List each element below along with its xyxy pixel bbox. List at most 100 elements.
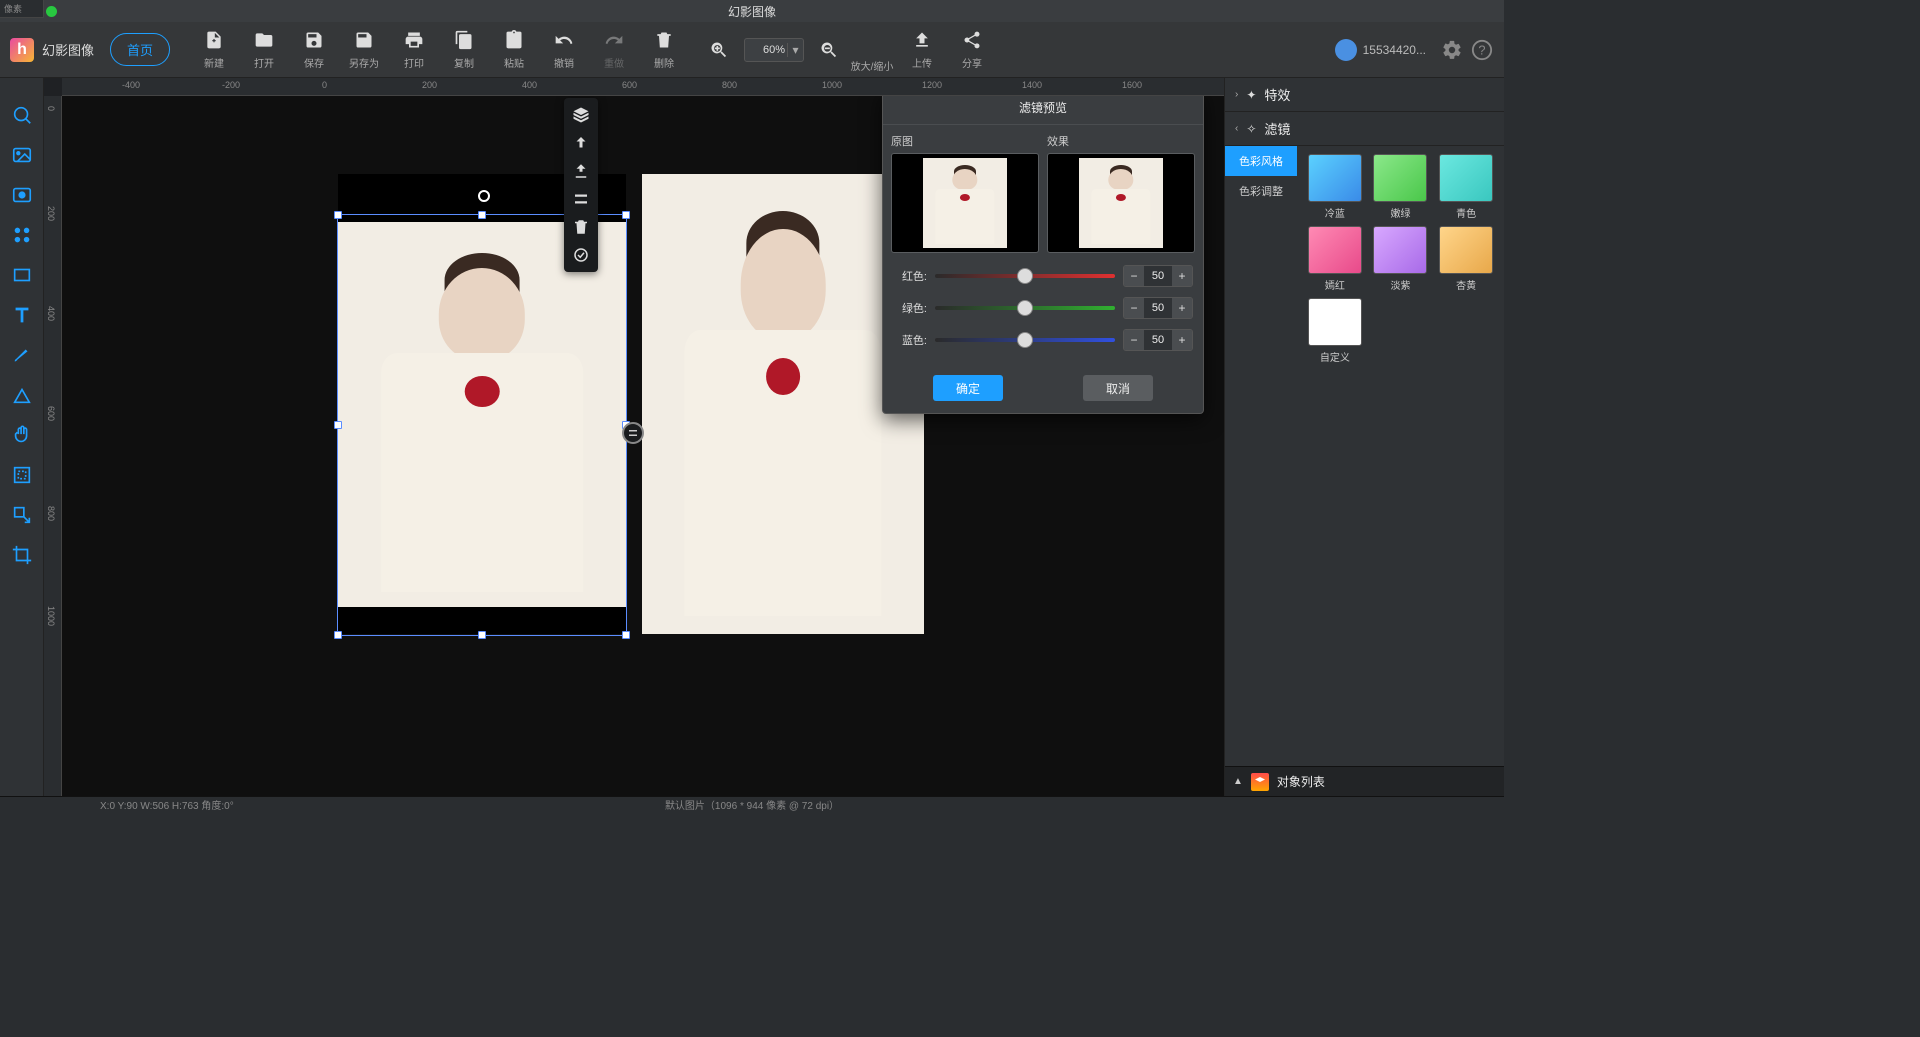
resize-handle[interactable]: [622, 211, 630, 219]
upload-icon: [911, 29, 933, 51]
filter-thumb[interactable]: 嫣红: [1305, 226, 1365, 292]
layer-delete-icon[interactable]: [570, 216, 592, 238]
rect-tool[interactable]: [5, 258, 39, 292]
resize-handle[interactable]: [334, 211, 342, 219]
increment-button[interactable]: +: [1172, 266, 1192, 286]
layers-icon[interactable]: [570, 104, 592, 126]
resize-handle[interactable]: [334, 421, 342, 429]
filters-section-header[interactable]: ‹ ✧ 滤镜: [1225, 112, 1504, 146]
value-green: 50: [1144, 298, 1172, 318]
slider-red[interactable]: [935, 274, 1115, 278]
resize-handle[interactable]: [622, 631, 630, 639]
resize-tool[interactable]: [5, 498, 39, 532]
resize-handle[interactable]: [478, 211, 486, 219]
increment-button[interactable]: +: [1172, 298, 1192, 318]
redo-button[interactable]: 重做: [592, 26, 636, 74]
slider-blue[interactable]: [935, 338, 1115, 342]
trash-icon: [653, 29, 675, 51]
save-icon: [303, 29, 325, 51]
upload-button[interactable]: 上传: [900, 26, 944, 74]
delete-button[interactable]: 删除: [642, 26, 686, 74]
vertical-ruler: 02004006008001000: [44, 96, 62, 796]
fill-tool[interactable]: [5, 178, 39, 212]
decrement-button[interactable]: −: [1124, 330, 1144, 350]
category-color-adjust[interactable]: 色彩调整: [1225, 176, 1297, 206]
saveas-button[interactable]: 另存为: [342, 26, 386, 74]
maximize-window-icon[interactable]: [46, 6, 57, 17]
home-button[interactable]: 首页: [110, 33, 170, 66]
new-button[interactable]: 新建: [192, 26, 236, 74]
filter-thumb[interactable]: 淡紫: [1371, 226, 1431, 292]
effects-label: 特效: [1264, 85, 1290, 104]
slider-knob[interactable]: [1017, 300, 1033, 316]
share-button[interactable]: 分享: [950, 26, 994, 74]
effects-section-header[interactable]: › ✦ 特效: [1225, 78, 1504, 112]
layer-merge-icon[interactable]: [570, 188, 592, 210]
slider-green[interactable]: [935, 306, 1115, 310]
filter-thumb-custom[interactable]: 自定义: [1305, 298, 1365, 364]
layer-top-icon[interactable]: [570, 160, 592, 182]
stepper-red: − 50 +: [1123, 265, 1193, 287]
canvas-section: -400-20002004006008001000120014001600 02…: [44, 78, 1224, 796]
filter-preview-panel: 滤镜预览 原图 效果 红色:: [882, 96, 1204, 414]
filter-thumb-grid: 冷蓝 嫩绿 青色 嫣红 淡紫 杏黄 自定义: [1297, 146, 1504, 766]
new-file-icon: [203, 29, 225, 51]
saveas-icon: [353, 29, 375, 51]
settings-button[interactable]: [1440, 38, 1464, 62]
wand-icon: ✧: [1246, 122, 1256, 136]
crop-tool[interactable]: [5, 538, 39, 572]
copy-button[interactable]: 复制: [442, 26, 486, 74]
zoom-input[interactable]: [745, 44, 787, 56]
canvas[interactable]: 滤镜预览 原图 效果 红色:: [62, 96, 1224, 796]
layer-up-icon[interactable]: [570, 132, 592, 154]
category-color-style[interactable]: 色彩风格: [1225, 146, 1297, 176]
select-tool[interactable]: [5, 98, 39, 132]
filter-category-list: 色彩风格 色彩调整: [1225, 146, 1297, 766]
help-button[interactable]: ?: [1470, 38, 1494, 62]
save-button[interactable]: 保存: [292, 26, 336, 74]
decrement-button[interactable]: −: [1124, 298, 1144, 318]
decrement-button[interactable]: −: [1124, 266, 1144, 286]
zoom-out-button[interactable]: [814, 26, 844, 74]
zoom-in-button[interactable]: [704, 26, 734, 74]
slider-knob[interactable]: [1017, 268, 1033, 284]
layer-visibility-icon[interactable]: [570, 244, 592, 266]
undo-button[interactable]: 撤销: [542, 26, 586, 74]
vector-tool[interactable]: [5, 378, 39, 412]
panel-title: 滤镜预览: [883, 96, 1203, 125]
value-blue: 50: [1144, 330, 1172, 350]
zoom-dropdown-icon[interactable]: ▾: [787, 43, 803, 57]
left-toolbar: [0, 78, 44, 796]
image-tool[interactable]: [5, 138, 39, 172]
resize-handle[interactable]: [334, 631, 342, 639]
hand-tool[interactable]: [5, 418, 39, 452]
zoom-input-group: ▾: [744, 38, 804, 62]
paste-icon: [503, 29, 525, 51]
shapes-tool[interactable]: [5, 218, 39, 252]
open-button[interactable]: 打开: [242, 26, 286, 74]
print-button[interactable]: 打印: [392, 26, 436, 74]
undo-icon: [553, 29, 575, 51]
crop-frame-tool[interactable]: [5, 458, 39, 492]
resize-handle[interactable]: [478, 631, 486, 639]
app-name: 幻影图像: [42, 40, 94, 59]
rotation-handle-icon[interactable]: [478, 190, 490, 202]
slider-knob[interactable]: [1017, 332, 1033, 348]
user-avatar-icon[interactable]: [1335, 39, 1357, 61]
status-doc-info: 默认图片（1096 * 944 像素 @ 72 dpi）: [0, 797, 1504, 812]
ok-button[interactable]: 确定: [933, 375, 1003, 401]
cancel-button[interactable]: 取消: [1083, 375, 1153, 401]
compare-toggle-icon[interactable]: [622, 422, 644, 444]
paste-button[interactable]: 粘贴: [492, 26, 536, 74]
print-icon: [403, 29, 425, 51]
filter-thumb[interactable]: 嫩绿: [1371, 154, 1431, 220]
objects-panel-label: 对象列表: [1277, 773, 1325, 790]
brush-tool[interactable]: [5, 338, 39, 372]
text-tool[interactable]: [5, 298, 39, 332]
filter-thumb[interactable]: 青色: [1436, 154, 1496, 220]
svg-text:?: ?: [1478, 42, 1485, 57]
filter-thumb[interactable]: 冷蓝: [1305, 154, 1365, 220]
increment-button[interactable]: +: [1172, 330, 1192, 350]
filter-thumb[interactable]: 杏黄: [1436, 226, 1496, 292]
objects-panel-header[interactable]: ▲ 对象列表: [1225, 766, 1504, 796]
